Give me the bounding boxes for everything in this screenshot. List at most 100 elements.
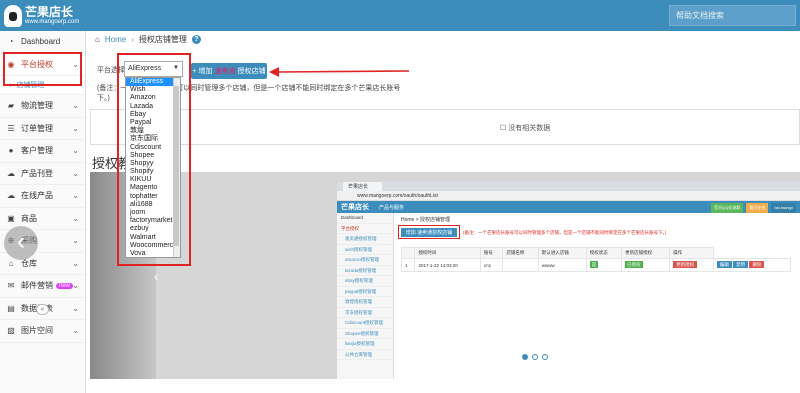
sidebar-item-online-products[interactable]: ☁ 在线产品 ⌄ [0,185,85,208]
list-icon: ☰ [7,123,15,133]
mango-logo-icon [4,5,22,27]
logo-title: 芒果店长 [25,5,74,19]
shot-tab: 芒果店长 [343,182,383,191]
breadcrumb-separator: › [131,34,134,44]
carousel-dot[interactable] [522,354,528,360]
app-logo[interactable]: 芒果店长 www.mangoerp.com [4,4,84,28]
shot-side-item: 平台授权 [337,224,393,234]
shot-top-menu: 产品与服务 [379,204,405,211]
chevron-down-icon: ⌄ [72,101,79,110]
breadcrumb: ⌂ Home › 授权店铺管理 ? [95,32,201,46]
shot-th: 账号 [479,247,504,259]
shot-th: 授权状态 [585,247,623,259]
shot-side-item: wish授权管理 [337,245,393,255]
chevron-down-icon: ⌄ [72,191,79,200]
shot-td [502,258,539,272]
chevron-down-icon: ⌄ [72,123,79,133]
user-icon: ● [8,146,14,156]
shot-td: 更新授权 [669,258,714,272]
shot-side-item: amazon授权管理 [337,255,393,266]
shot-th: 授权时间 [414,247,481,259]
shot-highlight-box [398,225,460,239]
shot-td: wwww [537,258,587,272]
shot-url-bar: www.mangoerp.com/oauth/oauthList [337,191,800,201]
box-icon: ▣ [7,213,15,223]
help-search-input[interactable]: 帮助文档搜索 [669,5,796,26]
upload-icon: ☁ [7,168,15,178]
top-navbar: 芒果店长 www.mangoerp.com 帮助文档搜索 [0,0,800,31]
shot-main: Home > 授权店铺管理 增加 速卖通授权店铺 (备注：一个芒果店长账号可以同… [397,213,800,379]
warehouse-icon: ⌂ [8,258,14,268]
new-badge: new [56,282,74,289]
carousel-prev-arrow[interactable]: ‹ [154,268,159,284]
dashboard-icon: ◔ [8,37,14,47]
shot-table: 授权时间 账号 店铺名称 默认进入店铺 授权状态 更新店铺授权 操作 1 201… [400,247,792,272]
sidebar-item-image-space[interactable]: ▧ 图片空间 ⌄ [0,320,85,343]
shot-side-item: Cdiscount授权管理 [337,318,393,329]
shot-note: (备注：一个芒果店长账号可以同时管理多个店铺，但是一个店铺不能同时绑定在多个芒果… [463,230,667,235]
home-icon: ⌂ [95,34,100,44]
shot-side-item: 公共仓库管理 [337,350,393,360]
shot-side-item: paypal授权管理 [337,287,393,297]
cloud-icon: ☁ [7,191,15,201]
shot-td: 已授权 [621,258,671,272]
shot-logo: 芒果店长 [341,204,369,211]
truck-icon: ▰ [7,101,15,111]
shot-td: 2017-1-22 14:03:20 [414,258,481,272]
sidebar-collapse-button[interactable]: « [36,304,49,315]
tutorial-screenshot: 芒果店长 www.mangoerp.com/oauth/oauthList 芒果… [337,182,800,379]
shot-th: 更新店铺授权 [621,247,671,259]
carousel-dot[interactable] [532,354,538,360]
dropdown-highlight-box [117,53,191,266]
shot-user-button: bai.mango [771,203,796,213]
logo-subtitle: www.mangoerp.com [25,19,80,25]
shot-side-item: Dashboard [337,213,393,224]
shot-th [400,247,416,259]
shot-sidebar: Dashboard 平台授权 速卖通授权管理 wish授权管理 amazon授权… [337,213,394,379]
sidebar-item-customers[interactable]: ● 客户管理 ⌄ [0,140,85,163]
chevron-down-icon: ⌄ [72,146,79,155]
shot-side-item: 速卖通授权管理 [337,234,393,245]
carousel-indicators [522,354,548,360]
pointer-arrow-icon [269,67,409,77]
breadcrumb-home[interactable]: Home [105,35,126,44]
sidebar-item-listing[interactable]: ☁ 产品刊登 ⌄ [0,163,85,185]
chevron-down-icon: ⌄ [72,168,79,178]
chart-icon: ▤ [7,303,15,313]
shot-td: cn1 [479,258,504,272]
shot-th: 操作 [669,247,714,259]
shot-td: 是 [585,258,623,272]
shot-qq-button: 官方QQ交流群 [711,203,744,213]
chevron-down-icon: ⌄ [72,326,79,335]
shot-th: 默认进入店铺 [537,247,587,259]
shot-td: 编辑 禁用 删除 [712,258,792,272]
shot-side-item: lianjia授权管理 [337,339,393,350]
shot-online-button: 首页在线 [746,203,769,213]
help-icon[interactable]: ? [191,34,201,44]
sidebar-item-email-marketing[interactable]: ✉ 邮件营销 new ⌄ [0,275,85,298]
shot-th: 店铺名称 [502,247,539,259]
sidebar-item-orders[interactable]: ☰ 订单管理 ⌄ [0,118,85,140]
chevron-down-icon: ⌄ [72,281,79,290]
shot-side-item: 京东授权管理 [337,308,393,318]
add-authorized-store-button[interactable]: + 增加 速卖通 授权店铺 [191,63,267,79]
shot-side-item: Shopee授权管理 [337,329,393,339]
empty-icon: ☐ [500,125,509,132]
image-icon: ▧ [7,326,15,336]
chevron-down-icon: ⌄ [72,303,79,313]
shot-td: 1 [400,258,416,272]
chevron-down-icon: ⌄ [72,258,79,268]
carousel-dot[interactable] [542,354,548,360]
tutorial-carousel: ‹ 芒果店长 www.mangoerp.com/oauth/oauthList … [90,172,800,379]
empty-state-text: ☐ 没有相关数据 [500,125,551,132]
shot-side-item: lazada授权管理 [337,266,393,276]
back-circle-button[interactable]: ‹ [4,226,38,260]
chevron-down-icon: ⌄ [72,236,79,245]
mail-icon: ✉ [7,281,15,291]
sidebar-item-dashboard[interactable]: ◔ Dashboard [0,31,85,54]
chevron-down-icon: ⌄ [72,213,79,223]
store-list-panel [90,109,800,145]
sidebar-item-logistics[interactable]: ▰ 物流管理 ⌄ [0,95,85,118]
sidebar-highlight-box [3,52,82,86]
shot-side-item: ebay授权管理 [337,276,393,287]
